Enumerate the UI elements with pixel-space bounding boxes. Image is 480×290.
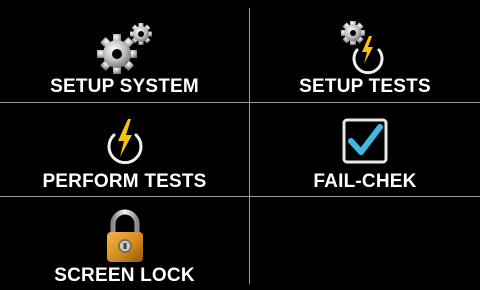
- setup-tests-label: SETUP TESTS: [299, 76, 431, 97]
- power-bolt-icon: [0, 115, 249, 171]
- perform-tests-button[interactable]: PERFORM TESTS: [0, 103, 249, 196]
- gears-icon: [0, 20, 249, 76]
- gear-bolt-icon: [250, 20, 480, 76]
- setup-tests-button[interactable]: SETUP TESTS: [250, 8, 480, 101]
- screen-lock-button[interactable]: SCREEN LOCK: [0, 197, 249, 290]
- empty-tile: [250, 197, 480, 290]
- padlock-icon: [0, 209, 249, 265]
- setup-system-label: SETUP SYSTEM: [50, 76, 199, 97]
- fail-chek-label: FAIL-CHEK: [313, 171, 417, 192]
- setup-system-button[interactable]: SETUP SYSTEM: [0, 8, 249, 101]
- perform-tests-label: PERFORM TESTS: [42, 171, 207, 192]
- fail-chek-button[interactable]: FAIL-CHEK: [250, 103, 480, 196]
- checkbox-icon: [250, 115, 480, 171]
- main-menu-grid: SETUP SYSTEM SETUP TESTS PERFORM TESTS F…: [0, 0, 480, 286]
